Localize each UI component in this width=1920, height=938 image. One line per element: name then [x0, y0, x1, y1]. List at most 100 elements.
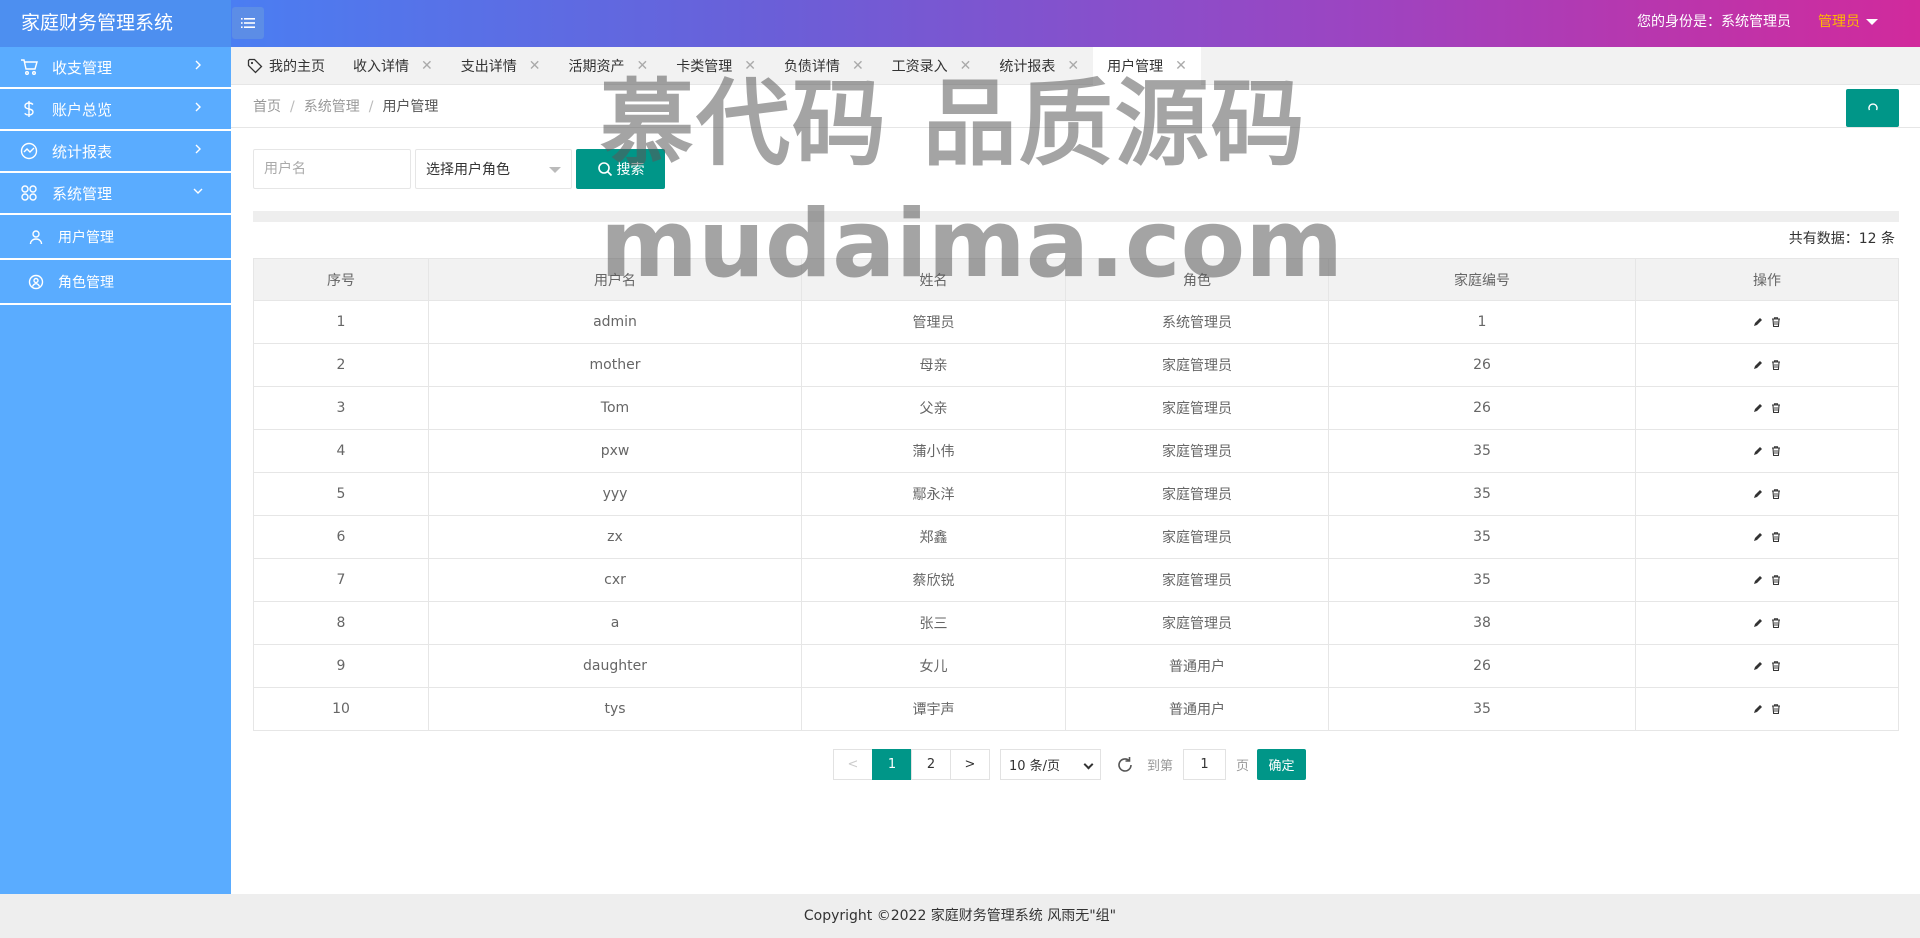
delete-icon[interactable] — [1770, 703, 1782, 715]
pagination: < 1 2 > 10 条/页 到第 1 页 确定 — [833, 749, 1307, 780]
prev-page-button[interactable]: < — [833, 749, 873, 780]
actions-cell — [1635, 687, 1899, 731]
username-search-input[interactable] — [253, 149, 411, 189]
close-icon[interactable]: ✕ — [744, 58, 756, 74]
tab-income[interactable]: 收入详情 ✕ — [339, 47, 447, 85]
edit-icon[interactable] — [1752, 617, 1764, 629]
user-table: 序号 用户名 姓名 角色 家庭编号 操作 1 admin 管理员 系统管理员 1 2 mot… — [253, 258, 1899, 731]
tab-salary[interactable]: 工资录入 ✕ — [878, 47, 986, 85]
footer: Copyright ©2022 家庭财务管理系统 风雨无"组" — [0, 894, 1920, 938]
page-size-value: 10 条/页 — [1009, 759, 1061, 774]
tab-label: 支出详情 — [460, 59, 517, 75]
table-row: 4 pxw 蒲小伟 家庭管理员 35 — [253, 429, 1899, 473]
table-cell: 35 — [1328, 429, 1636, 473]
edit-icon[interactable] — [1752, 488, 1764, 500]
breadcrumb-home[interactable]: 首页 — [253, 99, 281, 115]
delete-icon[interactable] — [1770, 660, 1782, 672]
user-menu[interactable]: 管理员 — [1818, 0, 1878, 44]
tab-debts[interactable]: 负债详情 ✕ — [770, 47, 878, 85]
page-refresh-button[interactable] — [1846, 89, 1899, 127]
breadcrumb-separator: / — [368, 99, 374, 115]
delete-icon[interactable] — [1770, 402, 1782, 414]
tab-expense[interactable]: 支出详情 ✕ — [447, 47, 555, 85]
sidebar-item-role-management[interactable]: 角色管理 — [0, 260, 231, 305]
page-size-select[interactable]: 10 条/页 — [1000, 749, 1101, 780]
edit-icon[interactable] — [1752, 574, 1764, 586]
close-icon[interactable]: ✕ — [529, 58, 541, 74]
next-page-button[interactable]: > — [950, 749, 990, 780]
tab-reports[interactable]: 统计报表 ✕ — [985, 47, 1093, 85]
table-header-row: 序号 用户名 姓名 角色 家庭编号 操作 — [253, 258, 1899, 301]
role-select[interactable]: 选择用户角色 — [415, 149, 572, 189]
close-icon[interactable]: ✕ — [960, 58, 972, 74]
breadcrumb-system[interactable]: 系统管理 — [304, 99, 360, 115]
sidebar-item-income-expense[interactable]: 收支管理 — [0, 47, 231, 89]
table-cell: 5 — [253, 472, 429, 516]
table-row: 8 a 张三 家庭管理员 38 — [253, 601, 1899, 645]
edit-icon[interactable] — [1752, 703, 1764, 715]
table-cell: 家庭管理员 — [1065, 472, 1329, 516]
watermark-line: 慕代码 品质源码 — [600, 70, 1307, 179]
close-icon[interactable]: ✕ — [421, 58, 433, 74]
sidebar-item-reports[interactable]: 统计报表 — [0, 131, 231, 173]
close-icon[interactable]: ✕ — [636, 58, 648, 74]
sidebar-item-user-management[interactable]: 用户管理 — [0, 215, 231, 260]
page-button[interactable]: 2 — [911, 749, 951, 780]
delete-icon[interactable] — [1770, 316, 1782, 328]
edit-icon[interactable] — [1752, 660, 1764, 672]
tab-home[interactable]: 我的主页 — [231, 47, 339, 85]
edit-icon[interactable] — [1752, 402, 1764, 414]
table-cell: 普通用户 — [1065, 687, 1329, 731]
tab-label: 活期资产 — [568, 59, 625, 75]
tab-label: 我的主页 — [269, 59, 325, 75]
table-cell: 9 — [253, 644, 429, 688]
close-icon[interactable]: ✕ — [1175, 58, 1187, 74]
edit-icon[interactable] — [1752, 531, 1764, 543]
edit-icon[interactable] — [1752, 316, 1764, 328]
sidebar-item-label: 统计报表 — [52, 142, 113, 161]
role-select-value: 选择用户角色 — [426, 162, 510, 178]
role-icon — [28, 274, 44, 290]
edit-icon[interactable] — [1752, 445, 1764, 457]
delete-icon[interactable] — [1770, 574, 1782, 586]
edit-icon[interactable] — [1752, 359, 1764, 371]
close-icon[interactable]: ✕ — [1067, 58, 1079, 74]
tab-user-management[interactable]: 用户管理 ✕ — [1093, 47, 1201, 85]
delete-icon[interactable] — [1770, 359, 1782, 371]
sidebar-item-system[interactable]: 系统管理 — [0, 173, 231, 215]
menu-toggle-button[interactable] — [232, 7, 264, 39]
chevron-right-icon — [195, 144, 201, 154]
top-header: 家庭财务管理系统 您的身份是：系统管理员 管理员 — [0, 0, 1920, 47]
delete-icon[interactable] — [1770, 531, 1782, 543]
table-cell: 家庭管理员 — [1065, 429, 1329, 473]
tab-label: 统计报表 — [999, 59, 1056, 75]
tab-cards[interactable]: 卡类管理 ✕ — [662, 47, 770, 85]
confirm-button[interactable]: 确定 — [1257, 749, 1307, 780]
delete-icon[interactable] — [1770, 445, 1782, 457]
table-cell: 7 — [253, 558, 429, 602]
search-button[interactable]: 搜索 — [576, 149, 665, 189]
table-cell: 管理员 — [801, 300, 1066, 344]
actions-cell — [1635, 601, 1899, 645]
chevron-right-icon — [195, 102, 201, 112]
goto-page-input[interactable]: 1 — [1183, 749, 1227, 780]
table-cell: 35 — [1328, 515, 1636, 559]
delete-icon[interactable] — [1770, 488, 1782, 500]
close-icon[interactable]: ✕ — [852, 58, 864, 74]
table-cell: 6 — [253, 515, 429, 559]
table-cell: mother — [428, 343, 802, 387]
column-header: 用户名 — [428, 258, 802, 301]
delete-icon[interactable] — [1770, 617, 1782, 629]
refresh-icon[interactable] — [1115, 755, 1135, 775]
table-cell: 3 — [253, 386, 429, 430]
user-menu-label: 管理员 — [1818, 14, 1860, 30]
page-button[interactable]: 1 — [872, 749, 912, 780]
table-row: 9 daughter 女儿 普通用户 26 — [253, 644, 1899, 688]
total-count: 共有数据：12 条 — [1788, 231, 1895, 247]
tab-current-assets[interactable]: 活期资产 ✕ — [554, 47, 662, 85]
identity-text: 您的身份是：系统管理员 — [1637, 14, 1791, 30]
table-toolbar — [253, 211, 1899, 222]
table-row: 7 cxr 蔡欣锐 家庭管理员 35 — [253, 558, 1899, 602]
sidebar-item-accounts[interactable]: 账户总览 — [0, 89, 231, 131]
table-cell: 郑鑫 — [801, 515, 1066, 559]
